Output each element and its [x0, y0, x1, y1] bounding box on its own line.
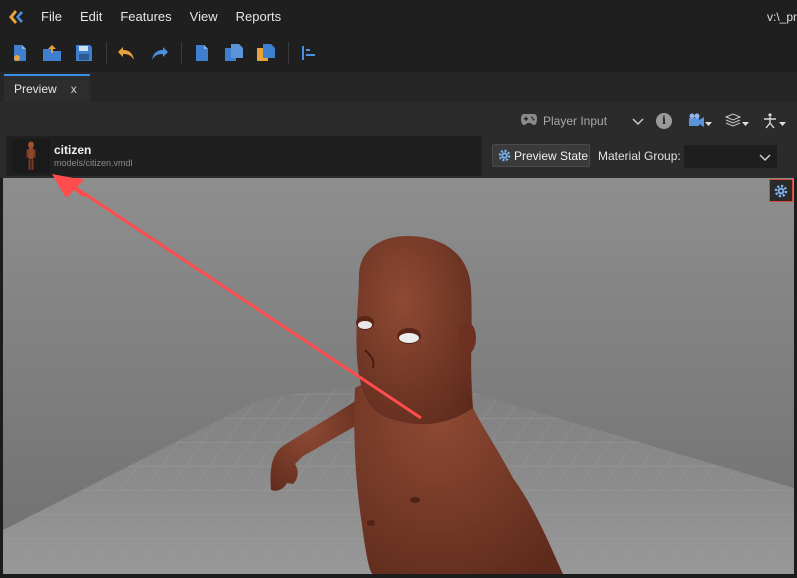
sbox-logo-icon [2, 0, 30, 34]
preview-state-label: Preview State [514, 148, 589, 163]
project-path-label: v:\_pr [767, 10, 797, 24]
menu-view[interactable]: View [181, 0, 227, 34]
toolbar-separator [181, 42, 182, 64]
menu-file[interactable]: File [32, 0, 71, 34]
chevron-down-icon[interactable] [632, 115, 644, 129]
model-thumbnail [12, 139, 50, 173]
toolbar-separator [288, 42, 289, 64]
player-input-dropdown[interactable]: Player Input [543, 114, 607, 128]
preview-state-button[interactable]: Preview State [492, 144, 590, 167]
asset-path: models/citizen.vmdl [54, 158, 133, 168]
model-preview-viewport[interactable] [3, 178, 794, 574]
menu-edit[interactable]: Edit [71, 0, 111, 34]
bottom-border [0, 574, 797, 578]
tab-strip: Preview x [0, 72, 797, 102]
toolbar-separator [106, 42, 107, 64]
info-icon[interactable]: i [656, 113, 672, 129]
new-document-icon[interactable] [188, 39, 216, 67]
chevron-down-icon [759, 151, 771, 165]
copy-document-icon[interactable] [220, 39, 248, 67]
align-left-icon[interactable] [295, 39, 323, 67]
material-group-select[interactable] [684, 145, 777, 168]
skeleton-menu-icon[interactable] [762, 113, 788, 129]
tab-preview-label: Preview [14, 82, 57, 96]
toolbar [0, 34, 797, 72]
open-folder-icon[interactable] [38, 39, 66, 67]
redo-icon[interactable] [145, 39, 173, 67]
new-file-icon[interactable] [6, 39, 34, 67]
tab-close-button[interactable]: x [71, 82, 77, 96]
camera-menu-icon[interactable] [688, 113, 714, 129]
menu-bar: File Edit Features View Reports v:\_pr [0, 0, 797, 34]
undo-icon[interactable] [113, 39, 141, 67]
tab-preview[interactable]: Preview x [4, 74, 90, 102]
gamepad-icon [520, 112, 538, 129]
material-group-label: Material Group: [598, 149, 681, 163]
paste-document-icon[interactable] [252, 39, 280, 67]
render-mode-menu-icon[interactable] [724, 113, 751, 129]
viewport-settings-gear-icon[interactable] [769, 179, 793, 202]
menu-features[interactable]: Features [111, 0, 180, 34]
preview-options-bar: Player Input i [0, 102, 797, 136]
menu-reports[interactable]: Reports [227, 0, 291, 34]
save-icon[interactable] [70, 39, 98, 67]
asset-card[interactable]: citizen models/citizen.vmdl [6, 136, 482, 176]
settings-gear-icon [497, 148, 512, 163]
asset-name: citizen [54, 143, 92, 157]
asset-header: citizen models/citizen.vmdl Preview Stat… [0, 136, 797, 178]
